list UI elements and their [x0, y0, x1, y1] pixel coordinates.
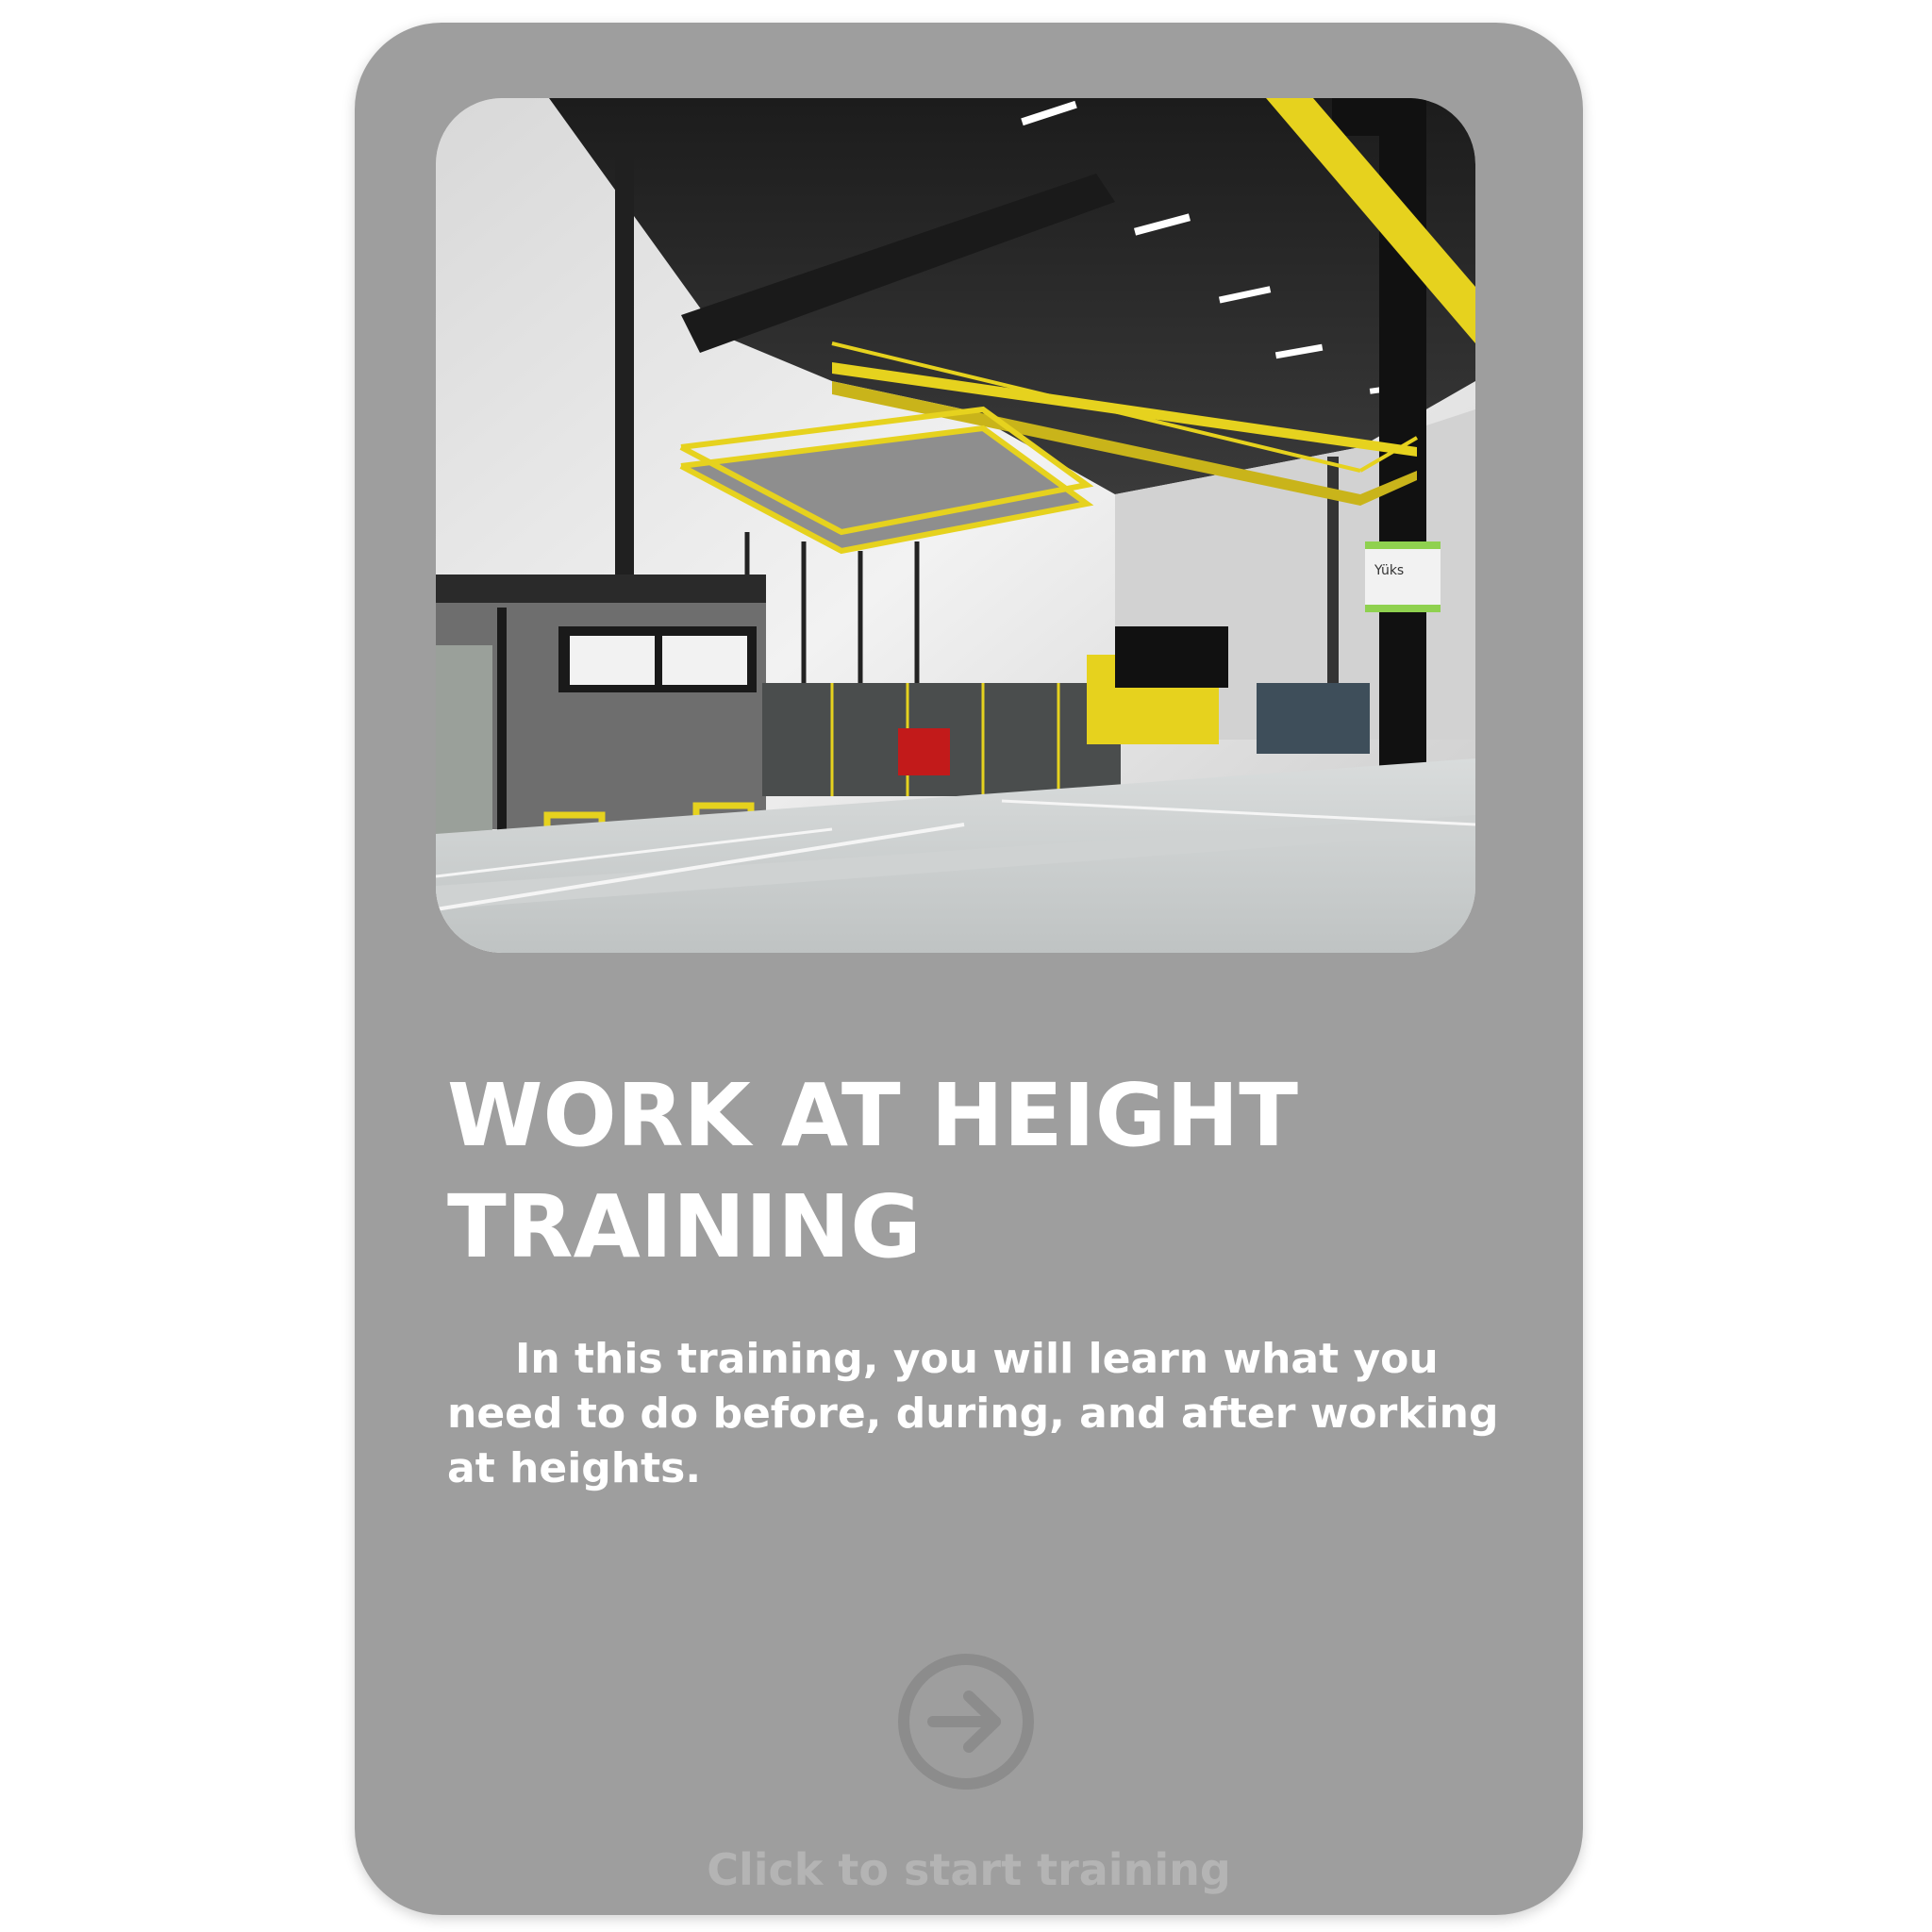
wall-sign-text: Yüks [1374, 563, 1404, 578]
training-description: In this training, you will learn what yo… [447, 1335, 1499, 1492]
arrow-right-circle-icon [898, 1654, 1034, 1790]
training-card[interactable]: Yüks WORK AT HEIGHT TRAINING In this tra… [355, 23, 1583, 1915]
start-training-label[interactable]: Click to start training [355, 1843, 1583, 1896]
start-training-button[interactable] [897, 1653, 1035, 1790]
training-hero-image: Yüks [436, 98, 1475, 953]
training-title: WORK AT HEIGHT TRAINING [447, 1065, 1299, 1277]
